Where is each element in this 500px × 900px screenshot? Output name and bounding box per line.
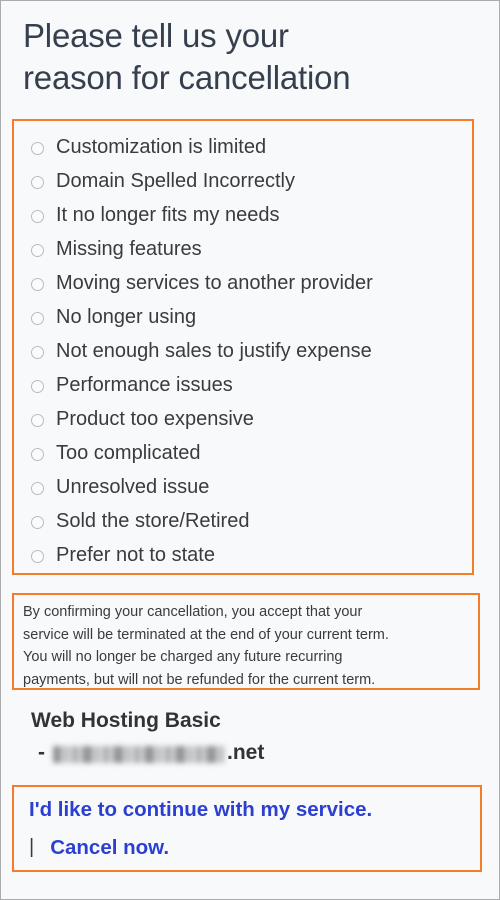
product-name: Web Hosting Basic xyxy=(31,709,221,732)
radio-button-icon[interactable] xyxy=(31,209,44,223)
cancellation-actions-box: I'd like to continue with my service. | … xyxy=(12,785,482,872)
cancellation-reasons-list: Customization is limited Domain Spelled I… xyxy=(14,121,472,572)
reason-option-prefer-not-to-state[interactable]: Prefer not to state xyxy=(14,538,472,572)
reason-option-label: No longer using xyxy=(56,306,197,328)
reason-option-moving-services-to-another-provider[interactable]: Moving services to another provider xyxy=(14,266,472,300)
reason-option-it-no-longer-fits-my-needs[interactable]: It no longer fits my needs xyxy=(14,198,472,232)
reason-option-label: Domain Spelled Incorrectly xyxy=(56,170,295,192)
reason-option-product-too-expensive[interactable]: Product too expensive xyxy=(14,402,472,436)
reason-option-missing-features[interactable]: Missing features xyxy=(14,232,472,266)
cancel-now-link[interactable]: Cancel now. xyxy=(50,834,169,862)
cancel-now-row: | Cancel now. xyxy=(29,834,469,862)
reason-option-domain-spelled-incorrectly[interactable]: Domain Spelled Incorrectly xyxy=(14,164,472,198)
product-summary: Web Hosting Basic - .net xyxy=(31,707,471,768)
reason-option-label: Performance issues xyxy=(56,374,233,396)
reason-option-label: It no longer fits my needs xyxy=(56,204,280,226)
reason-option-unresolved-issue[interactable]: Unresolved issue xyxy=(14,470,472,504)
continue-service-row: I'd like to continue with my service. xyxy=(29,796,469,824)
reason-option-label: Customization is limited xyxy=(56,136,267,158)
radio-button-icon[interactable] xyxy=(31,175,44,189)
page-title-line-2: reason for cancellation xyxy=(23,59,351,96)
reason-option-label: Missing features xyxy=(56,238,202,260)
disclaimer-line-3: You will no longer be charged any future… xyxy=(23,649,343,665)
reason-option-label: Too complicated xyxy=(56,442,201,464)
radio-button-icon[interactable] xyxy=(31,379,44,393)
radio-button-icon[interactable] xyxy=(31,141,44,155)
reason-option-label: Prefer not to state xyxy=(56,544,215,566)
reason-option-label: Not enough sales to justify expense xyxy=(56,340,372,362)
reason-option-customization-is-limited[interactable]: Customization is limited xyxy=(14,130,472,164)
reason-option-too-complicated[interactable]: Too complicated xyxy=(14,436,472,470)
radio-button-icon[interactable] xyxy=(31,277,44,291)
cancellation-reasons-group: Customization is limited Domain Spelled I… xyxy=(12,119,474,575)
product-domain-dash: - xyxy=(38,741,45,764)
action-separator: | xyxy=(29,836,35,858)
redacted-domain-name xyxy=(53,745,225,763)
page-title-line-1: Please tell us your xyxy=(23,17,289,54)
reason-option-not-enough-sales-to-justify-expense[interactable]: Not enough sales to justify expense xyxy=(14,334,472,368)
reason-option-label: Product too expensive xyxy=(56,408,254,430)
radio-button-icon[interactable] xyxy=(31,515,44,529)
reason-option-label: Sold the store/Retired xyxy=(56,510,250,532)
disclaimer-line-2: service will be terminated at the end of… xyxy=(23,626,389,643)
reason-option-performance-issues[interactable]: Performance issues xyxy=(14,368,472,402)
reason-option-sold-the-store-retired[interactable]: Sold the store/Retired xyxy=(14,504,472,538)
disclaimer-line-1: By confirming your cancellation, you acc… xyxy=(23,604,363,620)
cancellation-page: Please tell us your reason for cancellat… xyxy=(0,0,500,900)
cancellation-disclaimer-box: By confirming your cancellation, you acc… xyxy=(12,593,480,690)
page-title: Please tell us your reason for cancellat… xyxy=(23,15,473,99)
product-domain: - .net xyxy=(31,738,471,768)
radio-button-icon[interactable] xyxy=(31,243,44,257)
radio-button-icon[interactable] xyxy=(31,447,44,461)
continue-with-service-link[interactable]: I'd like to continue with my service. xyxy=(29,798,372,821)
disclaimer-line-4: payments, but will not be refunded for t… xyxy=(23,671,376,688)
radio-button-icon[interactable] xyxy=(31,549,44,563)
reason-option-label: Unresolved issue xyxy=(56,476,210,498)
radio-button-icon[interactable] xyxy=(31,413,44,427)
reason-option-no-longer-using[interactable]: No longer using xyxy=(14,300,472,334)
cancellation-disclaimer-text: By confirming your cancellation, you acc… xyxy=(23,601,475,691)
reason-option-label: Moving services to another provider xyxy=(56,272,373,294)
radio-button-icon[interactable] xyxy=(31,481,44,495)
product-domain-tld: .net xyxy=(227,741,265,764)
radio-button-icon[interactable] xyxy=(31,311,44,325)
radio-button-icon[interactable] xyxy=(31,345,44,359)
